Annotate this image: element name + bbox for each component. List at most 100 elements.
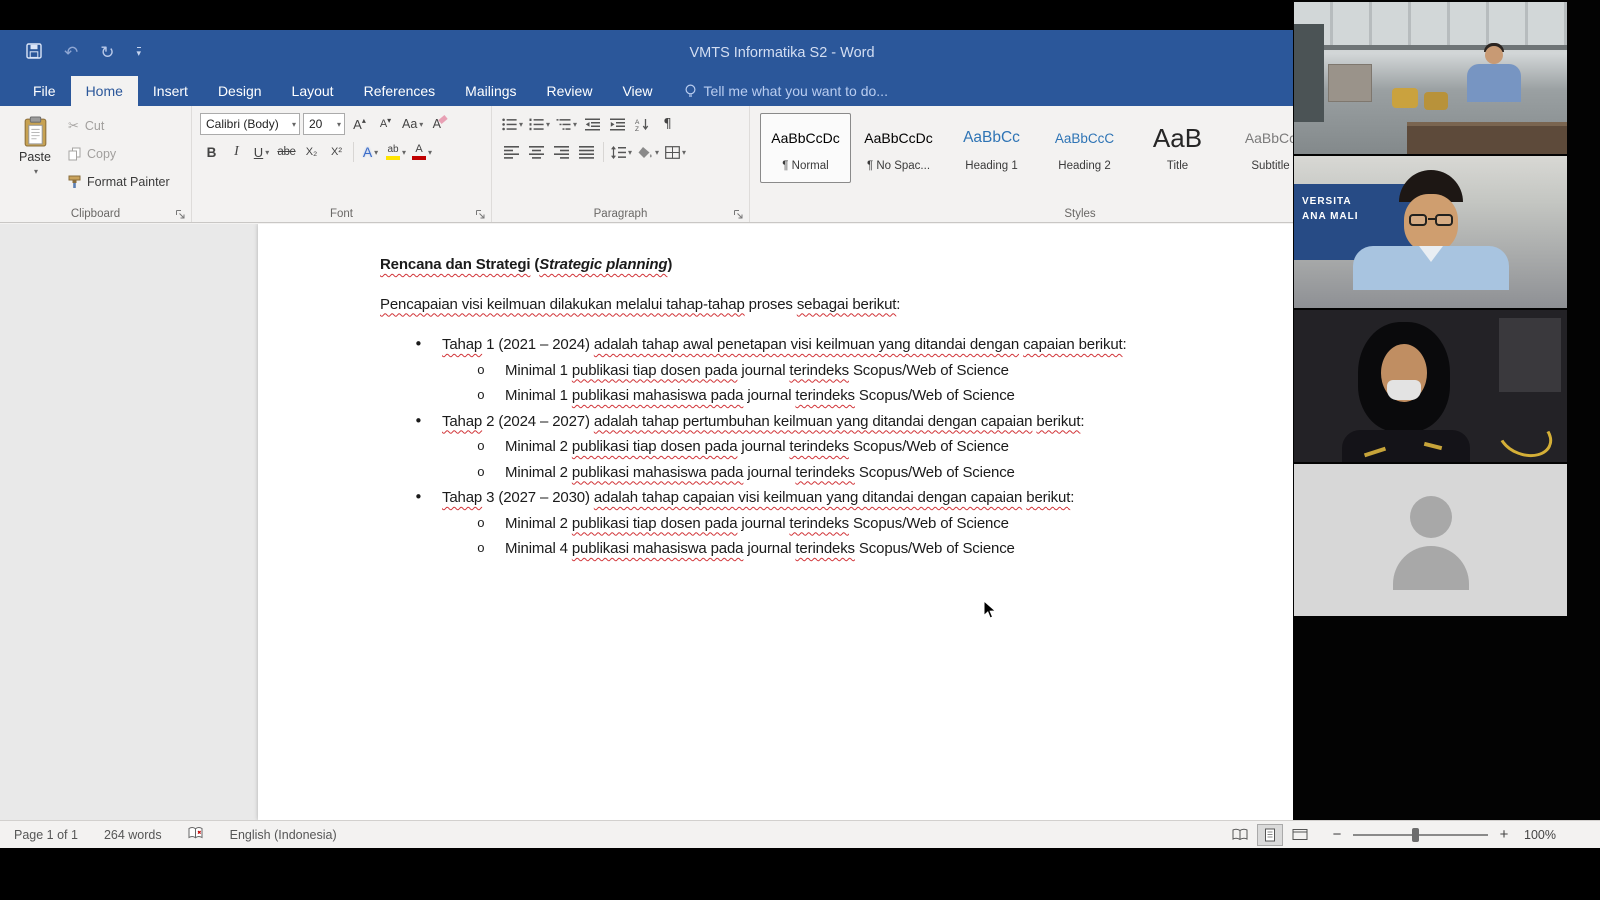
quick-access-toolbar: ↶ ↻ ▾: [0, 43, 141, 64]
style-h1[interactable]: AaBbCcHeading 1: [946, 113, 1037, 183]
tell-me-box[interactable]: Tell me what you want to do...: [684, 76, 888, 106]
ribbon-tabs: FileHomeInsertDesignLayoutReferencesMail…: [18, 76, 668, 106]
tab-home[interactable]: Home: [71, 76, 138, 106]
borders-button[interactable]: ▾: [663, 141, 688, 163]
tab-view[interactable]: View: [607, 76, 667, 106]
customize-qat-button[interactable]: ▾: [137, 47, 142, 59]
multilevel-list-icon: [556, 118, 571, 131]
bold-button[interactable]: B: [200, 141, 223, 163]
bullets-button[interactable]: ▾: [500, 113, 525, 135]
video-tile-man-glasses[interactable]: VERSITAANA MALI: [1294, 156, 1567, 308]
doc-paragraph: •Tahap 2 (2024 – 2027) adalah tahap pert…: [380, 409, 1155, 435]
show-marks-button[interactable]: ¶: [656, 113, 679, 135]
line-spacing-button[interactable]: ▾: [609, 141, 634, 163]
cursor-arrow-icon: [983, 600, 997, 620]
video-tile-woman-hijab[interactable]: [1294, 310, 1567, 462]
subscript-button[interactable]: X₂: [300, 141, 323, 163]
font-color-button[interactable]: A▾: [410, 141, 434, 163]
chevron-down-icon: ▾: [34, 167, 38, 176]
superscript-button[interactable]: X²: [325, 141, 348, 163]
chevron-down-icon: ▾: [337, 120, 341, 129]
change-case-button[interactable]: Aa▾: [400, 113, 425, 135]
language-status[interactable]: English (Indonesia): [230, 828, 337, 842]
undo-button[interactable]: ↶: [64, 43, 78, 63]
align-center-button[interactable]: [525, 141, 548, 163]
word-count[interactable]: 264 words: [104, 828, 162, 842]
doc-text-segment: (: [530, 256, 539, 273]
paragraph-dialog-launcher[interactable]: [733, 207, 745, 219]
decrease-indent-icon: [585, 118, 600, 131]
chevron-down-icon: ▾: [137, 49, 142, 59]
tab-mailings[interactable]: Mailings: [450, 76, 531, 106]
zoom-out-button[interactable]: −: [1331, 826, 1343, 843]
style-sample: AaBbCc: [947, 118, 1036, 158]
numbering-button[interactable]: ▾: [527, 113, 552, 135]
participant-2: [1351, 170, 1511, 290]
zoom-percentage[interactable]: 100%: [1524, 828, 1556, 842]
underline-button[interactable]: U▾: [250, 141, 273, 163]
decrease-indent-button[interactable]: [581, 113, 604, 135]
doc-text-segment: journal: [737, 515, 789, 532]
multilevel-list-button[interactable]: ▾: [554, 113, 579, 135]
doc-text-segment: Scopus/Web of Science: [849, 362, 1009, 379]
bullet-marker-level2: o: [477, 434, 485, 460]
zoom-slider[interactable]: [1353, 834, 1488, 836]
document-page[interactable]: Rencana dan Strategi (Strategic planning…: [258, 224, 1293, 820]
font-dialog-launcher[interactable]: [475, 207, 487, 219]
tab-layout[interactable]: Layout: [277, 76, 349, 106]
doc-text-segment: publikasi tiap dosen pada: [572, 515, 738, 532]
cut-button[interactable]: ✂ Cut: [64, 114, 174, 138]
video-tile-office[interactable]: [1294, 2, 1567, 154]
redo-button[interactable]: ↻: [100, 43, 114, 63]
text-effects-button[interactable]: A▾: [359, 141, 382, 163]
paste-button[interactable]: Paste ▾: [6, 110, 64, 202]
zoom-slider-handle[interactable]: [1412, 828, 1419, 842]
doc-text-segment: terindeks: [789, 438, 849, 455]
grow-font-icon: A: [353, 117, 362, 132]
doc-text-segment: ): [667, 256, 672, 273]
avatar-placeholder-icon: [1410, 496, 1452, 538]
italic-button[interactable]: I: [225, 141, 248, 163]
font-group-label: Font: [192, 208, 491, 220]
style-sample: AaBbCcDc: [761, 118, 850, 158]
bullet-marker-level2: o: [477, 511, 485, 537]
justify-button[interactable]: [575, 141, 598, 163]
style-title[interactable]: AaBTitle: [1132, 113, 1223, 183]
tab-review[interactable]: Review: [532, 76, 608, 106]
clear-formatting-button[interactable]: A: [428, 113, 451, 135]
web-layout-button[interactable]: [1287, 824, 1313, 846]
font-size-combobox[interactable]: 20 ▾: [303, 113, 345, 135]
tab-file[interactable]: File: [18, 76, 71, 106]
increase-indent-button[interactable]: [606, 113, 629, 135]
align-right-button[interactable]: [550, 141, 573, 163]
tab-design[interactable]: Design: [203, 76, 277, 106]
strikethrough-button[interactable]: abe: [275, 141, 298, 163]
proofing-status[interactable]: [188, 826, 204, 843]
style-h2[interactable]: AaBbCcCHeading 2: [1039, 113, 1130, 183]
copy-button[interactable]: Copy: [64, 142, 174, 166]
doc-text-segment: Strategic planning: [539, 256, 667, 273]
style-nospace[interactable]: AaBbCcDc¶ No Spac...: [853, 113, 944, 183]
zoom-in-button[interactable]: +: [1498, 826, 1510, 843]
clipboard-dialog-launcher[interactable]: [175, 207, 187, 219]
svg-text:Z: Z: [635, 126, 639, 131]
page-count[interactable]: Page 1 of 1: [14, 828, 78, 842]
shading-button[interactable]: ▾: [636, 141, 661, 163]
format-painter-button[interactable]: Format Painter: [64, 170, 174, 194]
tab-references[interactable]: References: [349, 76, 451, 106]
style-sample: AaBbCcC: [1040, 118, 1129, 158]
print-layout-button[interactable]: [1257, 824, 1283, 846]
style-normal[interactable]: AaBbCcDc¶ Normal: [760, 113, 851, 183]
highlight-button[interactable]: ab▾: [384, 141, 408, 163]
font-name-combobox[interactable]: Calibri (Body) ▾: [200, 113, 300, 135]
scissors-icon: ✂: [68, 119, 79, 134]
read-mode-button[interactable]: [1227, 824, 1253, 846]
align-left-button[interactable]: [500, 141, 523, 163]
sort-button[interactable]: AZ: [631, 113, 654, 135]
video-tile-no-camera[interactable]: [1294, 464, 1567, 616]
shrink-font-button[interactable]: A▾: [374, 113, 397, 135]
grow-font-button[interactable]: A▴: [348, 113, 371, 135]
save-button[interactable]: [26, 43, 42, 64]
tab-insert[interactable]: Insert: [138, 76, 203, 106]
doc-paragraph: •Tahap 3 (2027 – 2030) adalah tahap capa…: [380, 485, 1155, 511]
